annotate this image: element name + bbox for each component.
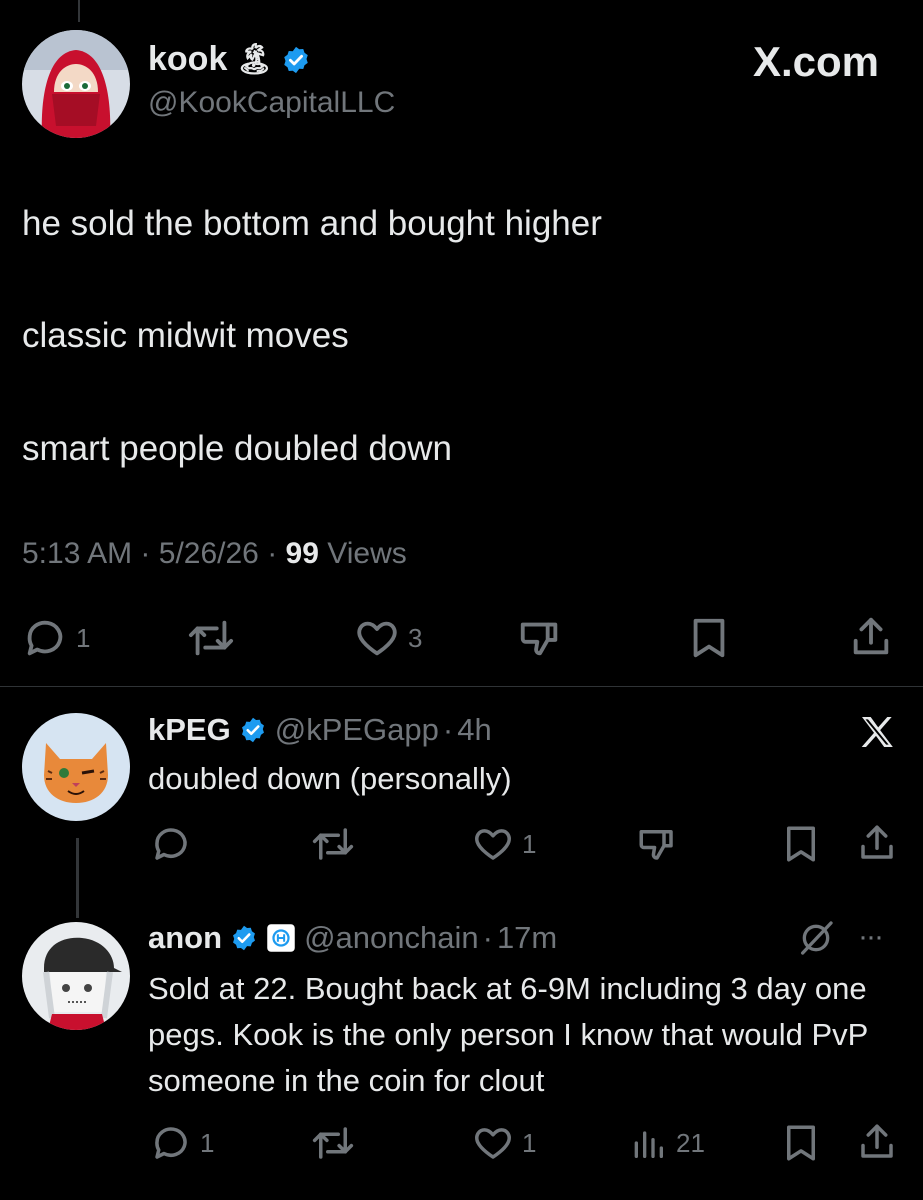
bookmark-button[interactable] (686, 615, 732, 661)
author-name[interactable]: kook (148, 40, 227, 79)
reply1-reply-button[interactable] (150, 823, 192, 865)
views-count: 21 (676, 1127, 705, 1158)
more-options-icon[interactable]: ··· (858, 920, 884, 954)
reply-icon (22, 615, 68, 661)
reply1-name[interactable]: kPEG (148, 712, 231, 748)
retweet-icon (186, 615, 236, 661)
reply1-separator: · (442, 712, 454, 747)
avatar-kook[interactable] (22, 30, 130, 138)
reply1-header: kPEG @kPEGapp · 4h (148, 712, 492, 748)
avatar-kpeg[interactable] (22, 713, 130, 821)
x-com-watermark: X.com (752, 38, 879, 85)
island-emoji: 🏝 (235, 43, 274, 76)
reply2-share-button[interactable] (856, 1120, 898, 1164)
views-count: 99 (285, 537, 319, 570)
meta-separator: · (140, 537, 151, 570)
reply2-text: Sold at 22. Bought back at 6-9M includin… (148, 971, 868, 1098)
thumbs-down-icon (636, 823, 678, 865)
like-count: 1 (522, 828, 537, 859)
retweet-icon (310, 1122, 356, 1164)
verified-badge-icon (230, 924, 258, 952)
share-button[interactable] (848, 613, 894, 661)
reply2-header: anon @anonchain · 17m (148, 920, 557, 956)
tweet-line-1: he sold the bottom and bought higher (22, 204, 602, 243)
reply2-bookmark-button[interactable] (780, 1122, 822, 1164)
reply2-views-button[interactable]: 21 (628, 1122, 705, 1164)
share-icon (856, 821, 898, 865)
grok-icon[interactable] (796, 918, 836, 958)
reply1-retweet-button[interactable] (310, 823, 356, 865)
affiliate-badge-icon (266, 923, 296, 953)
bookmark-icon (780, 823, 822, 865)
reply-button[interactable]: 1 (22, 615, 90, 661)
like-count: 3 (408, 622, 423, 653)
heart-icon (472, 1122, 514, 1164)
reply-count: 1 (200, 1127, 215, 1158)
bookmark-icon (780, 1122, 822, 1164)
tweet-meta: 5:13 AM · 5/26/26 · 99 Views (22, 537, 407, 571)
avatar-anon[interactable] (22, 922, 130, 1030)
reply-count: 1 (76, 622, 91, 653)
author-handle[interactable]: @KookCapitalLLC (148, 86, 395, 120)
reply2-separator: · (482, 920, 493, 955)
verified-badge-icon (281, 45, 311, 75)
thread-line (76, 838, 79, 918)
reply2-handle[interactable]: @anonchain (304, 920, 479, 956)
share-icon (856, 1120, 898, 1164)
reply2-time[interactable]: 17m (497, 920, 557, 956)
reply1-dislike-button[interactable] (636, 823, 678, 865)
thread-line-top (78, 0, 80, 22)
meta-separator: · (267, 537, 278, 570)
reply2-like-button[interactable]: 1 (472, 1122, 536, 1164)
heart-icon (354, 615, 400, 661)
like-count: 1 (522, 1127, 537, 1158)
heart-icon (472, 823, 514, 865)
retweet-icon (310, 823, 356, 865)
thumbs-down-icon (517, 615, 563, 661)
dislike-button[interactable] (517, 615, 563, 661)
author-name-row[interactable]: kook 🏝 (148, 40, 311, 79)
share-icon (848, 613, 894, 661)
reply1-time[interactable]: 4h (457, 712, 491, 748)
x-logo-icon (857, 712, 897, 752)
verified-badge-icon (239, 716, 267, 744)
retweet-button[interactable] (186, 615, 236, 661)
reply1-like-button[interactable]: 1 (472, 823, 536, 865)
reply-icon (150, 823, 192, 865)
reply1-handle[interactable]: @kPEGapp (275, 712, 439, 748)
reply-icon (150, 1122, 192, 1164)
reply1-bookmark-button[interactable] (780, 823, 822, 865)
reply2-reply-button[interactable]: 1 (150, 1122, 214, 1164)
tweet-date[interactable]: 5/26/26 (159, 537, 259, 570)
views-label: Views (327, 537, 407, 570)
tweet-time[interactable]: 5:13 AM (22, 537, 132, 570)
tweet-line-2: classic midwit moves (22, 316, 349, 355)
reply1-share-button[interactable] (856, 821, 898, 865)
reply2-name[interactable]: anon (148, 920, 222, 956)
reply1-text: doubled down (personally) (148, 761, 512, 796)
bookmark-icon (686, 615, 732, 661)
like-button[interactable]: 3 (354, 615, 422, 661)
reply2-retweet-button[interactable] (310, 1122, 356, 1164)
divider (0, 686, 923, 687)
views-bar-chart-icon (628, 1122, 668, 1164)
tweet-line-3: smart people doubled down (22, 429, 453, 468)
